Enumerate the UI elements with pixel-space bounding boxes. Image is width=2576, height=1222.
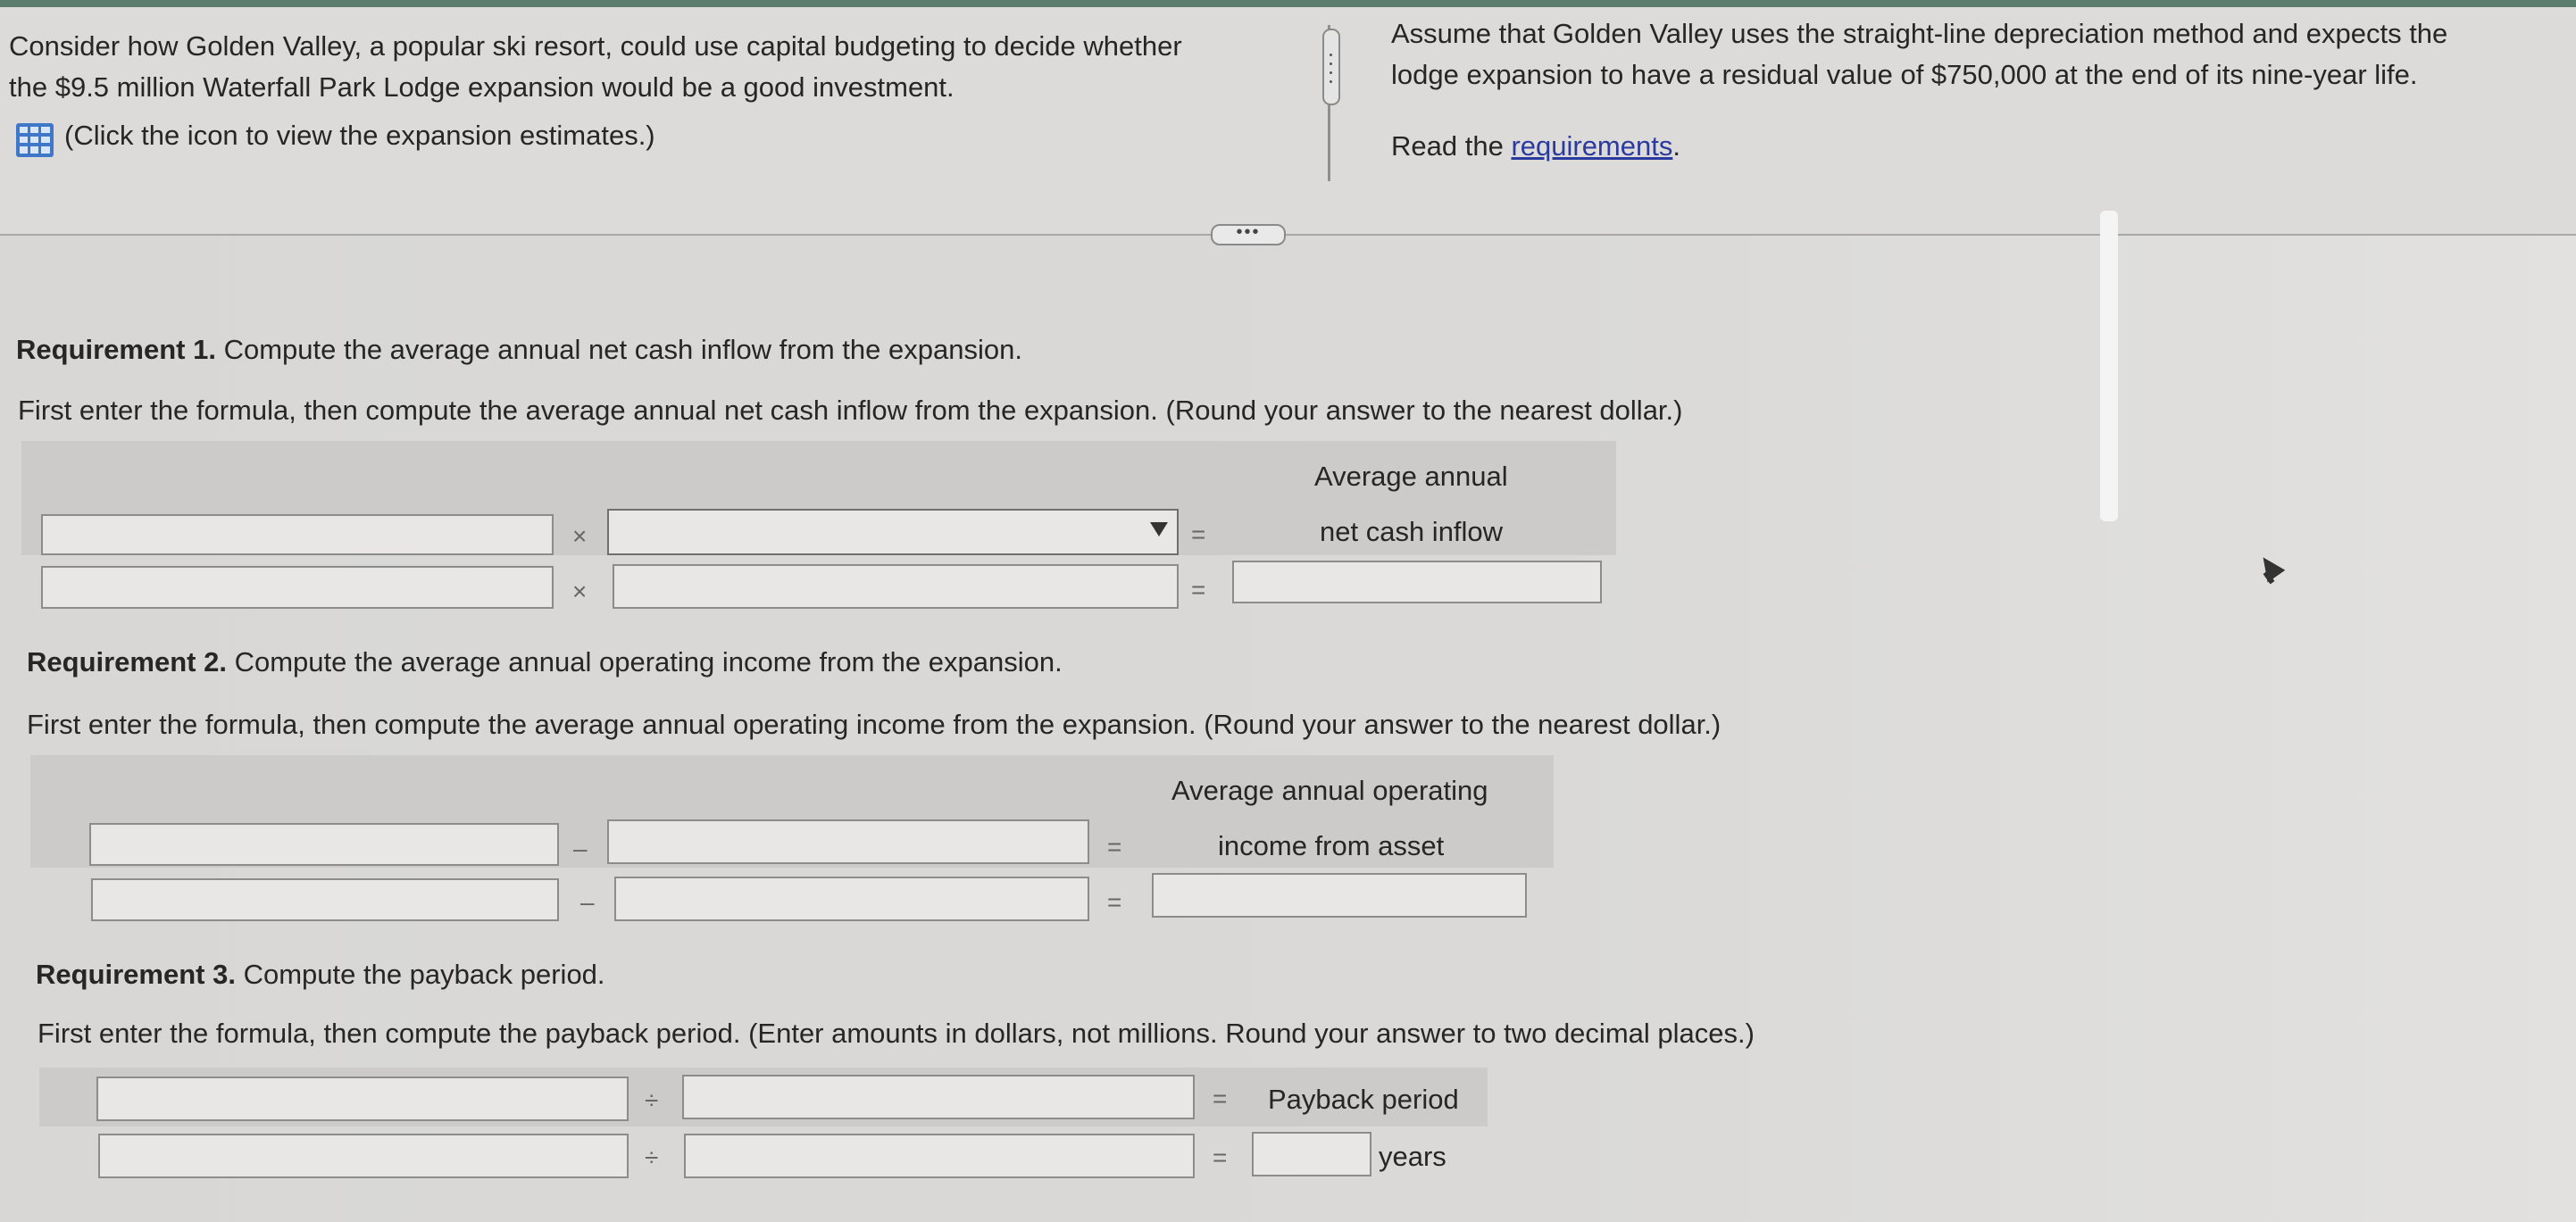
- assumption-line-2: lodge expansion to have a residual value…: [1391, 59, 2418, 90]
- req1-title-text: Compute the average annual net cash infl…: [215, 334, 1022, 365]
- req1-title-bold: Requirement 1.: [16, 334, 216, 365]
- req2-title: Requirement 2. Compute the average annua…: [27, 643, 1063, 682]
- req2-formula-input-2[interactable]: [607, 819, 1089, 864]
- assumption-line-1: Assume that Golden Valley uses the strai…: [1391, 18, 2448, 49]
- req1-value-input-1[interactable]: [41, 566, 554, 609]
- req1-equals-operator: =: [1191, 520, 1206, 548]
- req3-title-text: Compute the payback period.: [235, 959, 605, 990]
- req2-result-input[interactable]: [1152, 873, 1527, 918]
- req2-header-line1: Average annual operating: [1171, 775, 1488, 806]
- req1-value-input-2[interactable]: [613, 564, 1179, 609]
- req2-title-bold: Requirement 2.: [27, 646, 227, 678]
- req3-value-input-2[interactable]: [684, 1134, 1195, 1178]
- req3-formula-input-1[interactable]: [96, 1077, 629, 1121]
- req3-value-input-1[interactable]: [98, 1134, 629, 1178]
- chevron-down-icon[interactable]: [1150, 522, 1168, 536]
- req1-instruction: First enter the formula, then compute th…: [18, 395, 1683, 426]
- read-requirements-line: Read the requirements.: [1391, 127, 1680, 166]
- req3-instruction: First enter the formula, then compute th…: [38, 1018, 1755, 1049]
- req1-header-line2: net cash inflow: [1320, 516, 1504, 547]
- req3-divide-operator: ÷: [645, 1086, 659, 1114]
- req2-equals-operator-2: =: [1107, 888, 1122, 916]
- top-accent-bar: [0, 0, 2576, 7]
- req2-equals-operator: =: [1107, 833, 1122, 860]
- req2-minus-operator: –: [573, 835, 588, 862]
- req2-value-input-1[interactable]: [91, 878, 559, 921]
- req2-title-text: Compute the average annual operating inc…: [226, 646, 1063, 678]
- panel-divider: [0, 234, 2576, 236]
- req3-title: Requirement 3. Compute the payback perio…: [36, 955, 605, 994]
- req1-title: Requirement 1. Compute the average annua…: [16, 330, 1022, 370]
- req3-title-bold: Requirement 3.: [36, 959, 236, 990]
- req2-instruction: First enter the formula, then compute th…: [27, 709, 1722, 740]
- req1-formula-dropdown[interactable]: [607, 509, 1179, 555]
- requirements-link[interactable]: requirements: [1511, 130, 1672, 162]
- req2-header-line2: income from asset: [1218, 830, 1445, 861]
- req3-formula-input-2[interactable]: [682, 1075, 1195, 1119]
- req2-value-input-2[interactable]: [614, 877, 1089, 921]
- panel-resize-handle[interactable]: •••: [1211, 223, 1286, 245]
- req3-unit-label: years: [1379, 1141, 1446, 1172]
- req3-result-input[interactable]: [1252, 1132, 1371, 1176]
- req2-formula-input-1[interactable]: [89, 823, 559, 866]
- req1-result-input[interactable]: [1232, 561, 1602, 603]
- estimates-link-text[interactable]: (Click the icon to view the expansion es…: [64, 116, 655, 155]
- read-prefix: Read the: [1391, 130, 1512, 162]
- screen-glare: [2100, 211, 2118, 521]
- req1-times-operator-2: ×: [572, 578, 588, 605]
- req2-minus-operator-2: –: [580, 888, 595, 916]
- req3-divide-operator-2: ÷: [645, 1143, 659, 1171]
- req1-header-line1: Average annual: [1314, 461, 1508, 492]
- read-suffix: .: [1672, 130, 1680, 162]
- problem-line-2: the $9.5 million Waterfall Park Lodge ex…: [9, 71, 955, 103]
- column-resize-handle[interactable]: [1322, 29, 1340, 105]
- problem-line-1: Consider how Golden Valley, a popular sk…: [9, 30, 1182, 62]
- req3-equals-operator-2: =: [1213, 1143, 1228, 1171]
- req1-formula-input-1[interactable]: [41, 514, 554, 555]
- table-grid-icon[interactable]: [16, 123, 54, 157]
- req3-equals-operator: =: [1213, 1085, 1228, 1112]
- req1-equals-operator-2: =: [1191, 576, 1206, 603]
- req3-header: Payback period: [1268, 1084, 1459, 1115]
- req1-times-operator: ×: [572, 522, 588, 550]
